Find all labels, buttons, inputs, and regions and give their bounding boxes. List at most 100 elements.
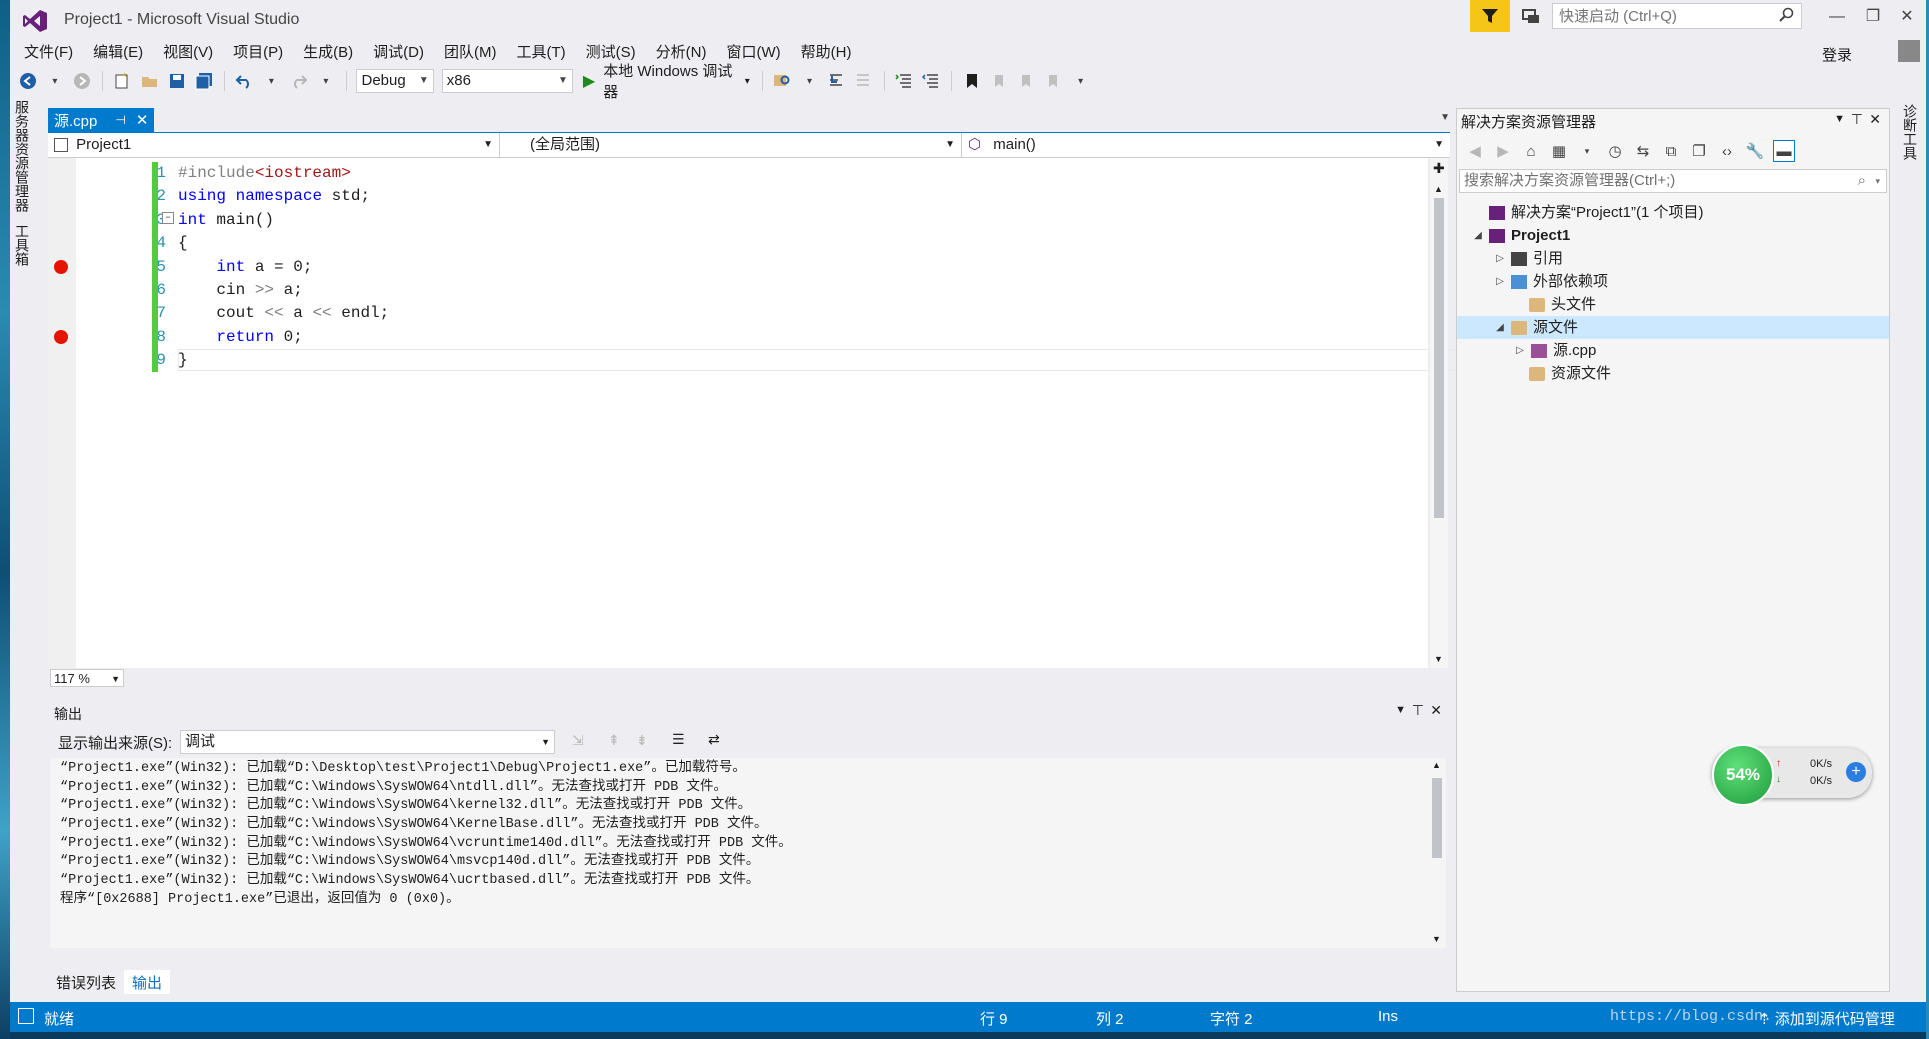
window-position-icon[interactable]: ▼ (1834, 113, 1845, 125)
output-vertical-scrollbar[interactable]: ▲ ▼ (1428, 758, 1446, 948)
account-icon[interactable] (1898, 40, 1920, 62)
tree-item[interactable]: ◢ Project1 (1457, 224, 1889, 247)
split-editor-icon[interactable]: ✚ (1433, 160, 1445, 177)
scroll-up-icon[interactable]: ▲ (1434, 184, 1443, 194)
pin-icon[interactable]: ⊤ (1851, 111, 1863, 128)
code-line[interactable]: int a = 0; (178, 256, 389, 279)
word-wrap-icon[interactable]: ⇄ (708, 731, 720, 748)
code-line[interactable]: #include<iostream> (178, 162, 389, 185)
save-icon[interactable] (167, 71, 186, 91)
scroll-up-icon[interactable]: ▲ (1432, 760, 1441, 770)
scrollbar-thumb[interactable] (1434, 198, 1444, 518)
tree-expander-icon[interactable]: ▷ (1493, 270, 1507, 293)
toolbox-tab[interactable]: 工具箱 (12, 224, 32, 266)
zoom-select[interactable]: 117 % ▼ (50, 669, 124, 687)
home-icon[interactable]: ⌂ (1521, 141, 1541, 161)
tree-item[interactable]: ▷ 引用 (1457, 247, 1889, 270)
uncomment-lines-icon[interactable] (922, 71, 941, 91)
collapse-region-icon[interactable]: − (162, 212, 174, 224)
scroll-down-icon[interactable]: ▼ (1432, 934, 1441, 944)
solution-configuration-select[interactable]: Debug ▼ (356, 69, 434, 93)
next-message-icon[interactable]: ⇟ (636, 732, 648, 749)
pin-icon[interactable]: ⊤ (1412, 702, 1424, 719)
notification-filter-button[interactable] (1470, 0, 1510, 32)
previous-message-icon[interactable]: ⇞ (608, 732, 620, 749)
menu-team[interactable]: 团队(M) (434, 38, 507, 64)
output-source-select[interactable]: 调试 ▼ (180, 730, 555, 754)
close-button[interactable]: ✕ (1890, 6, 1924, 28)
navigate-forward-icon[interactable] (72, 71, 91, 91)
bookmark-icon[interactable] (962, 71, 981, 91)
close-tab-icon[interactable]: ✕ (136, 111, 149, 129)
navigate-back-icon[interactable] (18, 71, 37, 91)
properties-icon[interactable]: 🔧 (1745, 141, 1765, 161)
code-line[interactable]: } (178, 349, 389, 372)
nav-member-select[interactable]: ⬡ main() ▼ (962, 133, 1450, 157)
breakpoint-icon[interactable] (54, 260, 68, 275)
scroll-down-icon[interactable]: ▼ (1434, 654, 1443, 664)
menu-help[interactable]: 帮助(H) (791, 38, 862, 64)
minimize-button[interactable]: — (1820, 6, 1854, 28)
editor-vertical-scrollbar[interactable]: ✚ ▲ ▼ (1430, 158, 1448, 668)
step-into-icon[interactable] (827, 71, 846, 91)
forward-icon[interactable]: ▶ (1493, 141, 1513, 161)
preview-selected-icon[interactable]: ▬ (1773, 140, 1795, 162)
breakpoint-margin[interactable] (48, 158, 76, 668)
tree-expander-icon[interactable]: ▷ (1513, 339, 1527, 362)
new-project-icon[interactable] (113, 71, 132, 91)
breakpoint-icon[interactable] (54, 330, 68, 345)
window-position-icon[interactable]: ▼ (1395, 704, 1406, 716)
find-message-icon[interactable]: ⇲ (572, 732, 584, 749)
pending-changes-filter-icon[interactable]: ◷ (1605, 141, 1625, 161)
scrollbar-thumb[interactable] (1432, 778, 1442, 858)
tree-item[interactable]: ▷ 外部依赖项 (1457, 270, 1889, 293)
code-line[interactable]: cout << a << endl; (178, 302, 389, 325)
tree-expander-icon[interactable]: ◢ (1493, 316, 1507, 339)
code-line[interactable]: cin >> a; (178, 279, 389, 302)
previous-bookmark-icon[interactable] (989, 71, 1008, 91)
pin-icon[interactable]: ⊣ (115, 113, 125, 127)
tab-error-list[interactable]: 错误列表 (48, 970, 124, 994)
feedback-icon[interactable] (1520, 6, 1542, 28)
output-text[interactable]: “Project1.exe”(Win32): 已加载“D:\Desktop\te… (50, 758, 1428, 948)
code-line[interactable]: int main() (178, 209, 389, 232)
code-line[interactable]: { (178, 232, 389, 255)
close-icon[interactable]: ✕ (1430, 702, 1442, 719)
view-code-icon[interactable]: ‹› (1717, 141, 1737, 161)
restore-button[interactable]: ❐ (1856, 6, 1890, 28)
chevron-down-icon[interactable]: ▾ (1577, 141, 1597, 161)
menu-edit[interactable]: 编辑(E) (83, 38, 153, 64)
solution-platform-select[interactable]: x86 ▼ (441, 69, 573, 93)
menu-tools[interactable]: 工具(T) (506, 38, 575, 64)
server-explorer-tab[interactable]: 服务器资源管理器 (12, 100, 32, 212)
code-editor[interactable]: 123456789 − #include<iostream>using name… (48, 158, 1468, 668)
show-all-files-icon[interactable]: ❐ (1689, 141, 1709, 161)
clear-all-icon[interactable]: ☰ (672, 731, 685, 748)
tree-item[interactable]: ▷ 源.cpp (1457, 339, 1889, 362)
switch-views-icon[interactable]: ▦ (1549, 141, 1569, 161)
find-in-files-icon[interactable] (773, 71, 792, 91)
next-bookmark-icon[interactable] (1017, 71, 1036, 91)
quick-launch-input[interactable] (1553, 4, 1771, 28)
clear-bookmarks-icon[interactable] (1044, 71, 1063, 91)
sync-icon[interactable]: ⇆ (1633, 141, 1653, 161)
tab-output[interactable]: 输出 (124, 970, 171, 994)
menu-project[interactable]: 项目(P) (223, 38, 293, 64)
chevron-down-icon[interactable]: ▾ (262, 71, 281, 91)
redo-icon[interactable] (289, 71, 308, 91)
tree-item[interactable]: ◢ 源文件 (1457, 316, 1889, 339)
toolbar-overflow-icon[interactable]: ▾ (800, 71, 819, 91)
network-monitor-widget[interactable]: 54% ↑ ↓ 0K/s 0K/s + (1712, 744, 1872, 806)
back-icon[interactable]: ◀ (1465, 141, 1485, 161)
save-all-icon[interactable] (194, 71, 213, 91)
sign-in-link[interactable]: 登录 (1822, 44, 1852, 65)
tree-item[interactable]: 头文件 (1457, 293, 1889, 316)
solution-search-box[interactable]: 搜索解决方案资源管理器(Ctrl+;) ⌕ ▾ (1459, 169, 1887, 193)
nav-project-select[interactable]: Project1 ▼ (48, 133, 500, 157)
step-over-icon[interactable] (854, 71, 873, 91)
comment-lines-icon[interactable] (895, 71, 914, 91)
start-debugging-button[interactable]: ▶ 本地 Windows 调试器 ▾ (583, 60, 750, 102)
code-line[interactable]: return 0; (178, 326, 389, 349)
undo-icon[interactable] (235, 71, 254, 91)
tree-expander-icon[interactable]: ◢ (1471, 224, 1485, 247)
